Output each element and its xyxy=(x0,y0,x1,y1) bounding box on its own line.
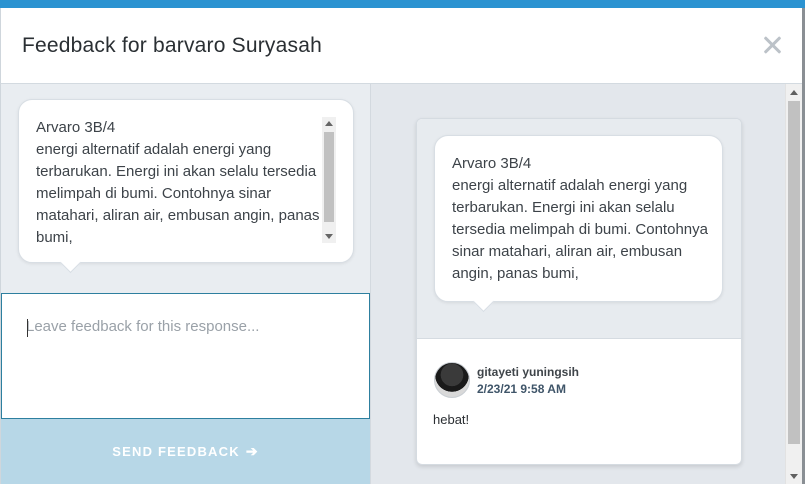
send-feedback-label: SEND FEEDBACK xyxy=(112,444,240,459)
response-bubble-preview: Arvaro 3B/4 energi alternatif adalah ene… xyxy=(434,135,723,313)
feedback-author: gitayeti yuningsih xyxy=(477,365,580,379)
scroll-up-icon[interactable] xyxy=(790,90,798,95)
scroll-up-icon[interactable] xyxy=(325,121,333,126)
arrow-right-icon: ➔ xyxy=(245,443,259,459)
scroll-thumb[interactable] xyxy=(324,132,334,222)
feedback-card-response-area: Arvaro 3B/4 energi alternatif adalah ene… xyxy=(417,119,741,339)
response-preview-text: Arvaro 3B/4 energi alternatif adalah ene… xyxy=(452,155,708,282)
modal-title: Feedback for barvaro Suryasah xyxy=(22,34,322,57)
feedback-comment: hebat! xyxy=(433,412,470,427)
text-caret xyxy=(27,319,28,337)
bubble-tail xyxy=(472,290,495,313)
close-icon[interactable] xyxy=(761,34,783,56)
feedback-card: Arvaro 3B/4 energi alternatif adalah ene… xyxy=(416,118,742,465)
scroll-down-icon[interactable] xyxy=(790,474,798,479)
bubble-tail xyxy=(59,251,82,274)
response-scrollbar[interactable] xyxy=(322,117,336,243)
response-text: Arvaro 3B/4 energi alternatif adalah ene… xyxy=(36,119,320,246)
response-bubble: Arvaro 3B/4 energi alternatif adalah ene… xyxy=(18,99,354,274)
scroll-down-icon[interactable] xyxy=(325,234,333,239)
feedback-input-container xyxy=(1,293,370,419)
feedback-compose-panel: Arvaro 3B/4 energi alternatif adalah ene… xyxy=(0,84,370,484)
modal-top-accent-bar xyxy=(0,0,805,8)
feedback-history-panel: Arvaro 3B/4 energi alternatif adalah ene… xyxy=(370,84,785,484)
feedback-input[interactable] xyxy=(2,294,369,418)
feedback-timestamp: 2/23/21 9:58 AM xyxy=(477,382,566,396)
send-feedback-button[interactable]: SEND FEEDBACK ➔ xyxy=(1,419,370,484)
modal-header: Feedback for barvaro Suryasah xyxy=(0,8,803,84)
avatar xyxy=(434,362,470,398)
scroll-thumb[interactable] xyxy=(788,101,800,444)
page-scrollbar[interactable] xyxy=(785,84,802,484)
